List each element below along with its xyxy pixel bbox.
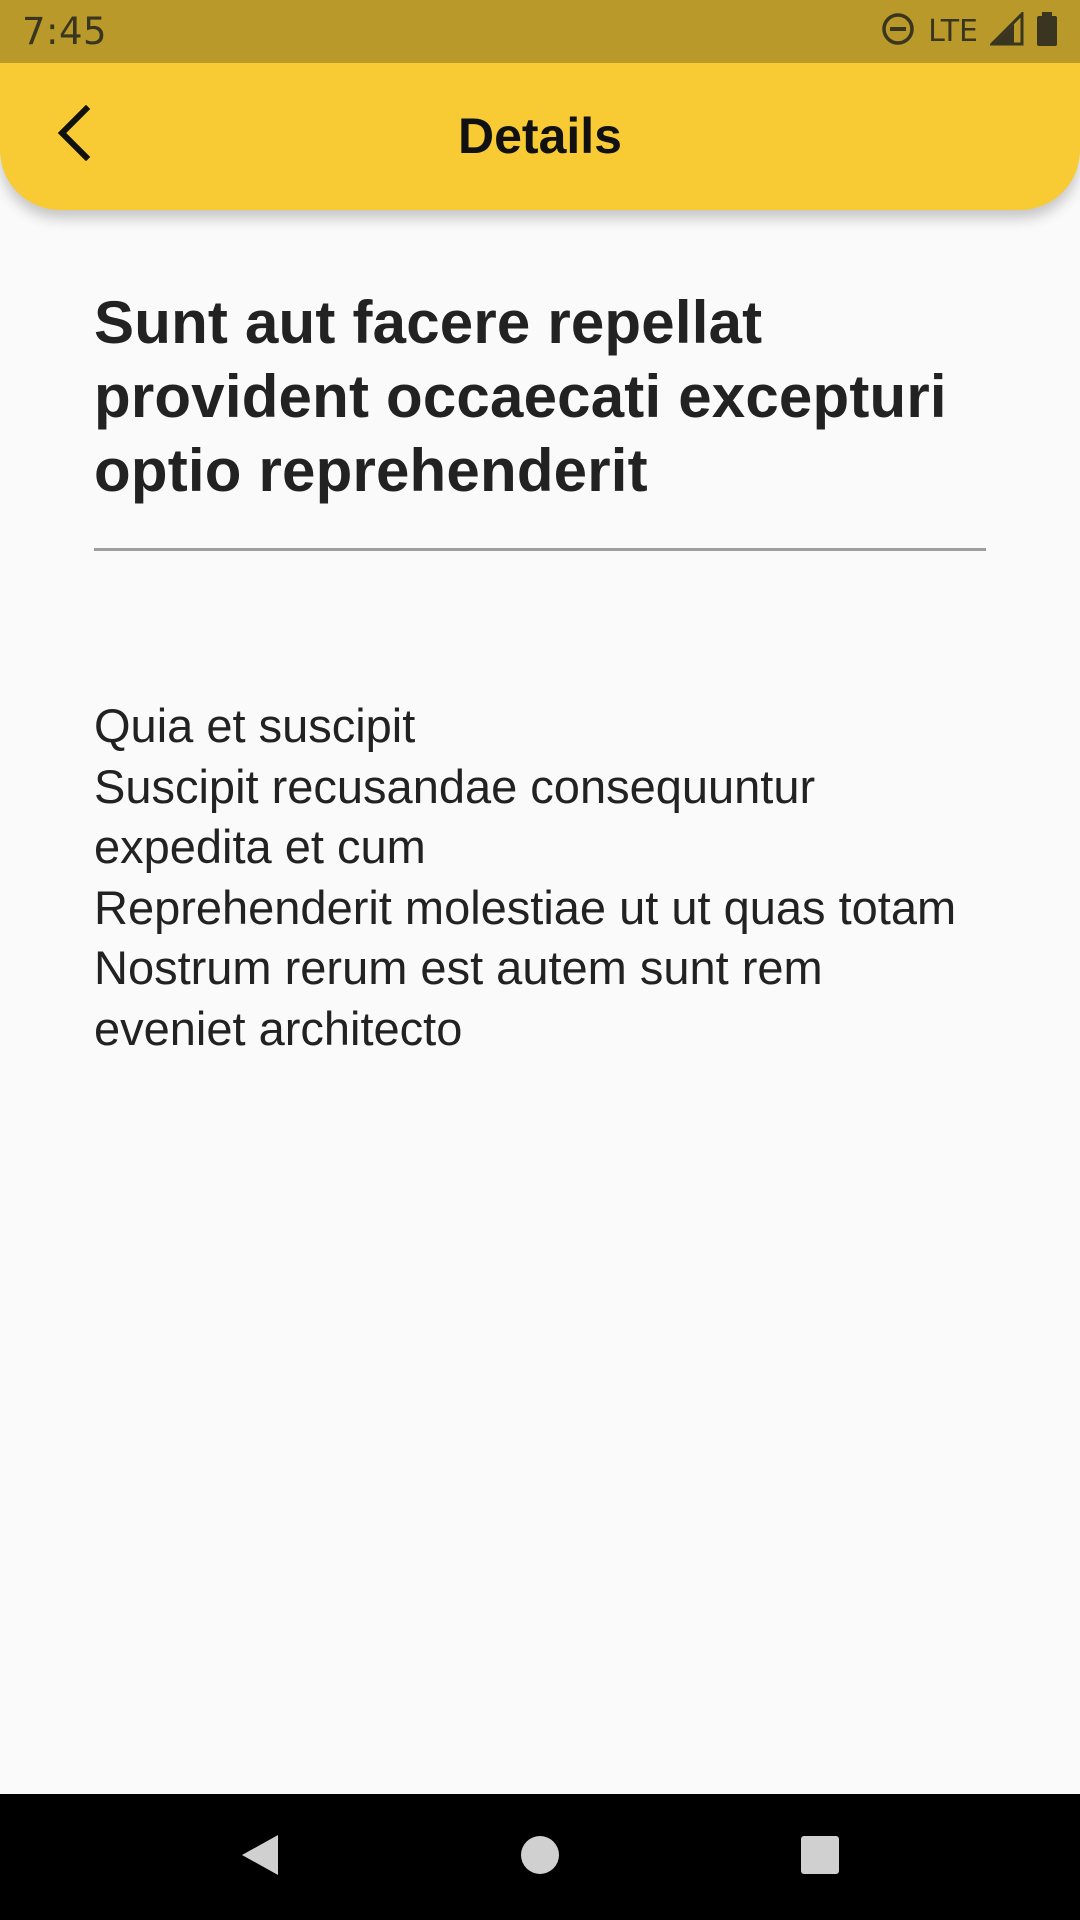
recents-square-icon bbox=[799, 1834, 841, 1881]
nav-recents-button[interactable] bbox=[775, 1812, 865, 1902]
network-type-label: LTE bbox=[928, 14, 978, 49]
page-title: Details bbox=[458, 108, 622, 164]
status-icons: LTE bbox=[880, 10, 1058, 52]
battery-icon bbox=[1036, 11, 1058, 52]
system-nav-bar bbox=[0, 1794, 1080, 1920]
status-time: 7:45 bbox=[22, 10, 108, 53]
post-content: Sunt aut facere repellat provident occae… bbox=[94, 286, 986, 1059]
home-circle-icon bbox=[519, 1834, 561, 1881]
post-title: Sunt aut facere repellat provident occae… bbox=[94, 289, 947, 504]
signal-icon bbox=[988, 10, 1024, 51]
do-not-disturb-icon bbox=[880, 11, 916, 52]
status-bar: 7:45 LTE bbox=[0, 0, 1080, 63]
nav-back-button[interactable] bbox=[215, 1812, 305, 1902]
divider bbox=[94, 548, 986, 551]
app-bar: Details bbox=[0, 63, 1080, 210]
details-screen: 7:45 LTE Details Sunt aut facere repella… bbox=[0, 0, 1080, 1920]
nav-home-button[interactable] bbox=[495, 1812, 585, 1902]
back-triangle-icon bbox=[238, 1831, 282, 1884]
post-body: Quia et suscipit Suscipit recusandae con… bbox=[94, 699, 957, 1055]
